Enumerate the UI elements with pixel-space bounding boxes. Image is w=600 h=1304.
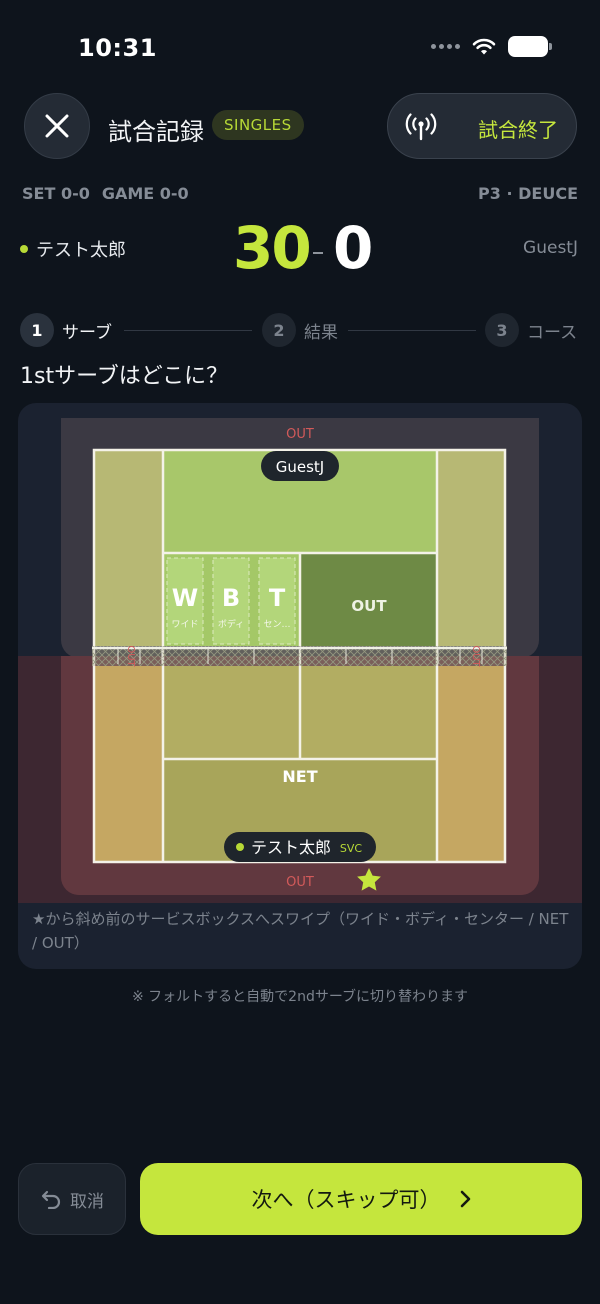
step-number: 2 xyxy=(262,313,296,347)
mode-badge: SINGLES xyxy=(212,110,304,140)
undo-icon xyxy=(41,1190,61,1209)
server-chip-label: テスト太郎 xyxy=(251,838,331,857)
close-icon xyxy=(45,114,69,138)
zone-center-label: セン… xyxy=(263,619,290,630)
step-label: 結果 xyxy=(304,322,338,343)
side-out-label-right: OUT xyxy=(470,645,481,667)
step-connector xyxy=(124,330,252,331)
status-icons xyxy=(431,36,552,57)
swipe-hint: ★から斜め前のサービスボックスへスワイプ（ワイド・ボディ・センター / NET … xyxy=(32,910,569,952)
opponent-points: 0 xyxy=(333,214,374,282)
point-status: P3 · DEUCE xyxy=(478,184,578,203)
serving-indicator xyxy=(20,245,28,253)
court-card: OUT OUT OUT OUT GuestJ W ワイド B ボディ T セン…… xyxy=(18,403,582,969)
server-chip-tag: SVC xyxy=(340,842,363,855)
opponent-name: GuestJ xyxy=(523,238,578,258)
step-result: 2 結果 xyxy=(262,313,338,347)
zone-wide-letter: W xyxy=(172,584,198,612)
game-score: GAME 0-0 xyxy=(101,184,189,203)
tennis-court[interactable]: OUT OUT OUT OUT GuestJ W ワイド B ボディ T セン…… xyxy=(18,403,582,903)
out-label-top: OUT xyxy=(286,427,314,442)
score-separator xyxy=(313,252,323,254)
next-label: 次へ（スキップ可） xyxy=(251,1188,441,1212)
server-chip-dot xyxy=(236,843,244,851)
out-box-label: OUT xyxy=(351,597,387,615)
out-label-bottom: OUT xyxy=(286,875,314,890)
chevron-right-icon xyxy=(460,1190,470,1208)
next-button[interactable]: 次へ（スキップ可） xyxy=(140,1163,582,1235)
near-alley-right[interactable] xyxy=(437,666,505,862)
cancel-button[interactable]: 取消 xyxy=(18,1163,126,1235)
server-points: 30 xyxy=(233,214,312,282)
end-match-label: 試合終了 xyxy=(478,118,558,142)
status-time: 10:31 xyxy=(78,34,157,62)
step-serve: 1 サーブ xyxy=(20,313,112,347)
near-service-box-left[interactable] xyxy=(163,666,300,759)
near-alley-left[interactable] xyxy=(94,666,163,862)
net-zone-label: NET xyxy=(282,767,317,786)
step-label: コース xyxy=(527,322,578,343)
set-game-info: SET 0-0 GAME 0-0 xyxy=(22,184,201,203)
set-score: SET 0-0 xyxy=(22,184,90,203)
broadcast-antenna-icon xyxy=(405,113,437,141)
end-match-button[interactable]: 試合終了 xyxy=(387,93,577,159)
step-number: 1 xyxy=(20,313,54,347)
zone-body-label: ボディ xyxy=(218,618,244,630)
far-alley-right[interactable] xyxy=(437,450,505,646)
question-heading: 1stサーブはどこに？ xyxy=(20,364,229,389)
server-name: テスト太郎 xyxy=(36,240,126,261)
step-number: 3 xyxy=(485,313,519,347)
close-button[interactable] xyxy=(24,93,90,159)
opponent-chip-label: GuestJ xyxy=(276,458,324,476)
step-connector xyxy=(348,330,476,331)
step-label: サーブ xyxy=(62,322,112,343)
far-alley-left[interactable] xyxy=(94,450,163,646)
cancel-label: 取消 xyxy=(70,1191,104,1212)
step-course: 3 コース xyxy=(485,313,577,347)
side-out-label-left: OUT xyxy=(125,645,136,667)
screen: 10:31 試合記録 SINGLES 試合終了 SET 0-0 GAME 0-0 … xyxy=(0,0,600,1304)
fault-note: ※ フォルトすると自動で2ndサーブに切り替わります xyxy=(131,989,468,1005)
zone-center-letter: T xyxy=(269,584,286,612)
near-service-box-right[interactable] xyxy=(300,666,437,759)
server-player: テスト太郎 xyxy=(20,236,126,262)
zone-body-letter: B xyxy=(222,584,240,612)
wifi-icon xyxy=(472,38,496,54)
cellular-signal-icon xyxy=(431,44,460,49)
zone-wide-label: ワイド xyxy=(171,620,198,630)
page-title: 試合記録 xyxy=(108,118,204,146)
battery-icon xyxy=(508,36,552,57)
